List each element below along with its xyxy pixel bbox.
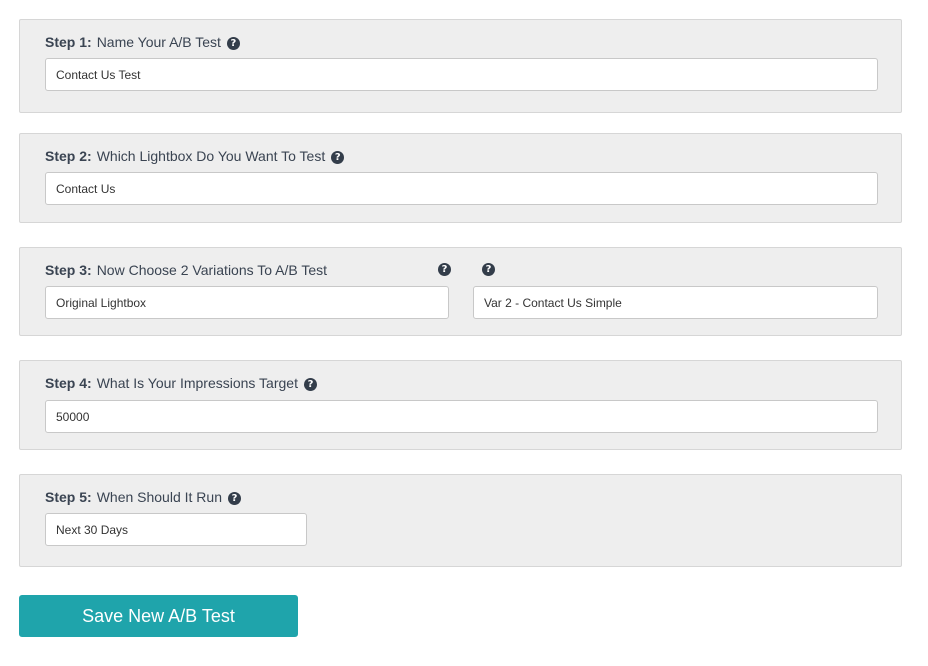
question-circle-icon[interactable]: ? <box>331 151 345 164</box>
variation-a-field[interactable] <box>45 286 449 319</box>
lightbox-select-field[interactable] <box>45 172 878 205</box>
step-2-label: Step 2: Which Lightbox Do You Want To Tes… <box>45 147 345 165</box>
step-2-panel: Step 2: Which Lightbox Do You Want To Tes… <box>19 133 902 223</box>
step-1-title: Name Your A/B Test <box>96 34 221 50</box>
variation-b-field[interactable] <box>473 286 878 319</box>
test-name-input[interactable] <box>45 58 878 91</box>
impressions-target-input[interactable] <box>45 400 878 433</box>
question-circle-icon[interactable]: ? <box>303 378 317 391</box>
question-circle-icon[interactable]: ? <box>438 263 451 276</box>
step-2-title: Which Lightbox Do You Want To Test <box>96 148 326 164</box>
step-4-panel: Step 4: What Is Your Impressions Target? <box>19 360 902 450</box>
step-5-label: Step 5: When Should It Run? <box>45 488 241 506</box>
step-4-label: Step 4: What Is Your Impressions Target? <box>45 374 317 392</box>
step-1-panel: Step 1: Name Your A/B Test? <box>19 19 902 113</box>
step-1-label: Step 1: Name Your A/B Test? <box>45 33 240 51</box>
step-4-number: Step 4: <box>45 375 92 391</box>
step-2-number: Step 2: <box>45 148 92 164</box>
step-5-panel: Step 5: When Should It Run? <box>19 474 902 567</box>
step-3-number: Step 3: <box>45 262 92 278</box>
save-ab-test-button[interactable]: Save New A/B Test <box>19 595 298 637</box>
step-1-number: Step 1: <box>45 34 92 50</box>
step-5-number: Step 5: <box>45 489 92 505</box>
question-circle-icon[interactable]: ? <box>226 37 240 50</box>
step-3-title: Now Choose 2 Variations To A/B Test <box>96 262 328 278</box>
step-3-panel: Step 3: Now Choose 2 Variations To A/B Te… <box>19 247 902 336</box>
run-duration-select[interactable] <box>45 513 307 546</box>
step-3-label: Step 3: Now Choose 2 Variations To A/B Te… <box>45 261 327 279</box>
step-4-title: What Is Your Impressions Target <box>96 375 298 391</box>
question-circle-icon[interactable]: ? <box>482 263 495 276</box>
question-circle-icon[interactable]: ? <box>227 492 241 505</box>
step-5-title: When Should It Run <box>96 489 222 505</box>
